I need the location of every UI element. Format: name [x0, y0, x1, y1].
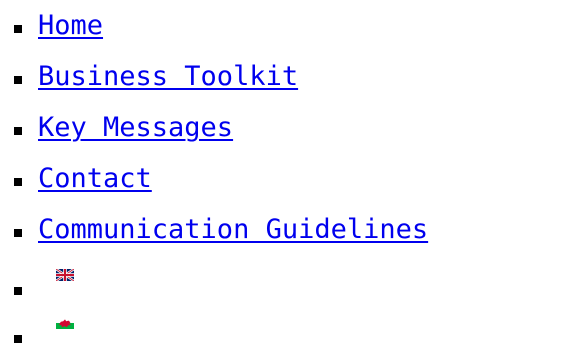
- nav-link-key-messages[interactable]: Key Messages: [38, 112, 233, 143]
- nav-item-key-messages: Key Messages: [0, 102, 428, 153]
- main-nav: Home Business Toolkit Key Messages Conta…: [0, 0, 428, 351]
- nav-item-contact: Contact: [0, 153, 428, 204]
- list-bullet: [14, 25, 22, 33]
- nav-link-communication-guidelines[interactable]: Communication Guidelines: [38, 214, 428, 245]
- list-bullet: [14, 127, 22, 135]
- wales-flag-icon[interactable]: [56, 317, 74, 329]
- nav-link-contact[interactable]: Contact: [38, 163, 152, 194]
- nav-item-business-toolkit: Business Toolkit: [0, 51, 428, 102]
- list-bullet: [14, 335, 22, 343]
- nav-link-home[interactable]: Home: [38, 10, 103, 41]
- nav-item-home: Home: [0, 0, 428, 51]
- list-bullet: [14, 178, 22, 186]
- list-bullet: [14, 76, 22, 84]
- list-bullet: [14, 229, 22, 237]
- list-bullet: [14, 287, 22, 295]
- nav-link-business-toolkit[interactable]: Business Toolkit: [38, 61, 298, 92]
- nav-item-welsh-language: [0, 303, 428, 351]
- nav-item-english-language: [0, 255, 428, 303]
- uk-flag-icon[interactable]: [56, 269, 74, 281]
- nav-item-communication-guidelines: Communication Guidelines: [0, 204, 428, 255]
